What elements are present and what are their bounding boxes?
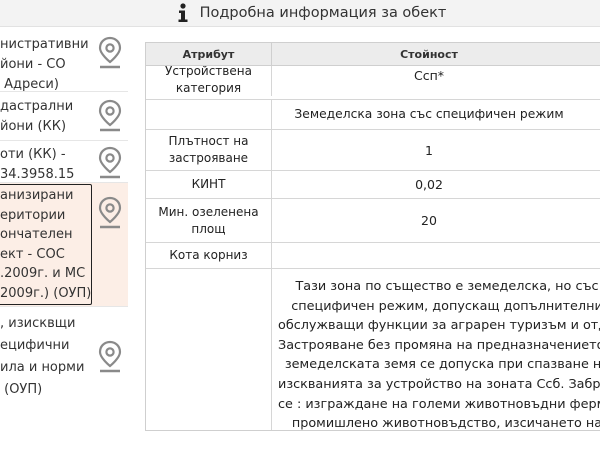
attr-cell: [146, 100, 272, 129]
layer-item-label: нистративни йони - СО Адреси): [0, 37, 89, 92]
table-row: Земеделска зона със специфичен режим: [146, 100, 600, 130]
value-cell: 20: [421, 213, 437, 228]
layer-item-plots[interactable]: оти (КК) - 34.3958.15: [0, 141, 128, 183]
layer-item-urbanized-territories[interactable]: анизирани еритории ончателен ект - СОС .…: [0, 183, 128, 307]
value-cell: 1: [425, 142, 433, 158]
column-header-value: Стойност: [400, 48, 458, 61]
table-row: КИНТ 0,02: [146, 171, 600, 199]
table-row: Плътност на застрояване 1: [146, 130, 600, 171]
table-row: Устройствена категория Ссп*: [146, 63, 600, 100]
zone-description: Тази зона по същество е земеделска, но с…: [278, 279, 600, 431]
map-pin-icon[interactable]: [97, 36, 123, 70]
attr-cell: Кота корниз: [146, 243, 272, 268]
table-row: Тази зона по същество е земеделска, но с…: [146, 269, 600, 431]
layer-list: нистративни йони - СО Адреси) дастрални …: [0, 27, 128, 450]
attr-cell: КИНТ: [146, 171, 272, 198]
layer-item-label: оти (КК) - 34.3958.15: [0, 147, 75, 182]
map-pin-icon[interactable]: [97, 196, 123, 230]
table-row: Кота корниз: [146, 243, 600, 269]
attr-cell: Плътност на застрояване: [146, 130, 272, 170]
map-pin-icon[interactable]: [97, 146, 123, 180]
value-cell: [272, 243, 600, 268]
value-cell: Ссп*: [413, 68, 445, 83]
value-cell: 0,02: [415, 177, 443, 192]
layer-item-cadastral-regions[interactable]: дастрални йони (КК): [0, 92, 128, 141]
attribute-table: Устройствена категория Ссп* Земеделска з…: [145, 42, 600, 431]
table-header: Атрибут Стойност: [146, 43, 600, 66]
table-row: Мин. озеленена площ 20: [146, 199, 600, 243]
info-icon: [178, 3, 188, 22]
map-pin-icon[interactable]: [97, 340, 123, 374]
attr-cell: [146, 269, 272, 430]
value-cell: Земеделска зона със специфичен режим: [294, 107, 564, 121]
panel-header: Подробна информация за обект: [0, 0, 600, 27]
layer-item-label: , изисквщи ецифични ила и норми (ОУП): [0, 316, 85, 397]
attr-cell: Устройствена категория: [146, 63, 272, 96]
panel-title: Подробна информация за обект: [199, 5, 447, 21]
layer-item-label: анизирани еритории ончателен ект - СОС .…: [0, 188, 92, 301]
column-header-attribute: Атрибут: [146, 43, 272, 66]
layer-item-administrative-regions[interactable]: нистративни йони - СО Адреси): [0, 27, 128, 92]
layer-item-special-rules[interactable]: , изисквщи ецифични ила и норми (ОУП): [0, 307, 128, 417]
layer-item-label: дастрални йони (КК): [0, 99, 74, 134]
attr-cell: Мин. озеленена площ: [146, 199, 272, 242]
map-pin-icon[interactable]: [97, 99, 123, 133]
